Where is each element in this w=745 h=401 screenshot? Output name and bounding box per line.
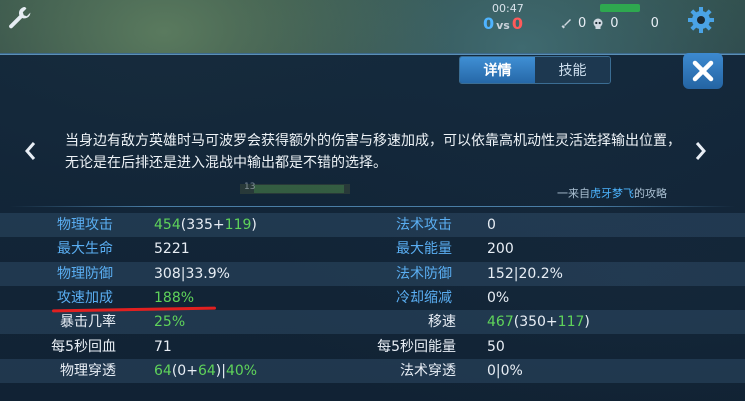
stat-value-part: 71 xyxy=(154,338,172,355)
tab-skills[interactable]: 技能 xyxy=(535,57,610,83)
kills-count: 0 xyxy=(578,16,587,31)
stat-value-part: 119 xyxy=(224,217,252,233)
team-score: 0 vs 0 xyxy=(483,14,523,33)
stat-value-part: 308|33.9% xyxy=(154,265,230,282)
blue-team-score: 0 xyxy=(483,14,495,33)
stat-value-left: 64(0+64)|40% xyxy=(154,359,257,383)
stat-value-part: 0 xyxy=(487,217,496,233)
stat-value-part: 188% xyxy=(154,289,195,306)
stat-label-right: 冷却缩减 xyxy=(396,289,452,306)
stat-value-right: 50 xyxy=(487,335,505,359)
chevron-right-icon[interactable] xyxy=(693,140,709,162)
stat-value-part: (0+ xyxy=(171,362,198,379)
stat-value-left: 5221 xyxy=(154,237,190,261)
gear-icon[interactable] xyxy=(686,5,716,35)
stat-value-part: 5221 xyxy=(154,241,190,258)
stat-label-left: 物理防御 xyxy=(57,265,113,282)
level-progress-bar xyxy=(240,184,350,194)
credit-prefix: 一来自 xyxy=(557,187,590,200)
level-badge: 13 xyxy=(244,182,256,192)
stat-label-right: 每5秒回能量 xyxy=(377,338,456,355)
stat-label-left: 最大生命 xyxy=(57,241,113,258)
stat-value-part: 467 xyxy=(487,314,514,331)
stat-value-part: 454 xyxy=(154,217,181,233)
network-signal-bar xyxy=(600,4,640,12)
stat-value-part: 0% xyxy=(487,289,510,306)
stat-value-right: 467(350+117) xyxy=(487,310,590,334)
stats-row: 每5秒回血 71 每5秒回能量 50 xyxy=(0,335,745,359)
stat-value-part: (335+ xyxy=(180,217,225,233)
tab-details[interactable]: 详情 xyxy=(460,57,535,83)
stat-value-part: (350+ xyxy=(513,314,558,331)
wrench-icon[interactable] xyxy=(6,4,34,32)
stats-row: 物理穿透 64(0+64)|40% 法术穿透 0|0% xyxy=(0,358,745,383)
stat-value-right: 0% xyxy=(487,286,509,310)
stat-value-part: 152|20.2% xyxy=(487,265,563,282)
panel-top-border xyxy=(0,54,745,55)
stat-label-left: 暴击几率 xyxy=(60,314,116,331)
red-team-score: 0 xyxy=(511,14,523,33)
stat-label-left: 物理穿透 xyxy=(60,362,116,379)
deaths-count: 0 xyxy=(610,16,619,31)
hero-strategy-description: 当身边有敌方英雄时马可波罗会获得额外的伤害与移速加成，可以依靠高机动性灵活选择输… xyxy=(65,133,681,171)
stat-value-part: 64 xyxy=(154,362,172,379)
stat-value-part: 117 xyxy=(557,314,585,331)
kda-display: 0 0 0 xyxy=(560,16,659,31)
stats-row: 物理攻击 454(335+119) 法术攻击 0 xyxy=(0,213,745,237)
stat-value-left: 25% xyxy=(154,310,185,334)
stats-row: 最大生命 5221 最大能量 200 xyxy=(0,237,745,261)
stat-value-right: 200 xyxy=(487,237,514,261)
close-button[interactable] xyxy=(683,53,723,89)
stat-label-right: 法术防御 xyxy=(396,265,452,282)
stat-value-part: 0|0% xyxy=(487,362,523,379)
stat-value-part: 25% xyxy=(154,314,186,331)
stat-value-part: )| xyxy=(215,362,226,379)
credit-author-link[interactable]: 虎牙梦飞 xyxy=(590,187,634,200)
stat-value-right: 0 xyxy=(487,213,496,237)
stats-row: 攻速加成 188% 冷却缩减 0% xyxy=(0,286,745,310)
stat-label-left: 物理攻击 xyxy=(57,217,113,233)
stat-value-left: 71 xyxy=(154,335,172,359)
stat-label-right: 法术攻击 xyxy=(396,217,452,233)
credit-suffix: 的攻略 xyxy=(634,187,667,200)
stats-row: 暴击几率 25% 移速 467(350+117) xyxy=(0,310,745,335)
chevron-left-icon[interactable] xyxy=(22,140,38,162)
stat-value-part: 50 xyxy=(487,338,505,355)
stats-row: 物理防御 308|33.9% 法术防御 152|20.2% xyxy=(0,261,745,286)
stat-value-right: 0|0% xyxy=(487,359,523,383)
stat-label-left: 攻速加成 xyxy=(57,289,113,306)
score-vs-label: vs xyxy=(496,19,510,32)
stat-value-right: 152|20.2% xyxy=(487,262,563,286)
stat-value-part: ) xyxy=(251,217,257,233)
stat-value-left: 308|33.9% xyxy=(154,262,230,286)
detail-tabs: 详情 技能 xyxy=(459,56,611,84)
assists-count: 0 xyxy=(650,16,659,31)
stat-value-part: 40% xyxy=(225,362,258,379)
strategy-credit: 一来自虎牙梦飞的攻略 xyxy=(557,185,667,201)
close-icon xyxy=(692,60,714,82)
stat-value-part: 200 xyxy=(487,241,514,258)
stat-label-left: 每5秒回血 xyxy=(51,338,116,355)
stat-value-left: 454(335+119) xyxy=(154,213,257,237)
sword-icon xyxy=(561,18,571,28)
skull-icon xyxy=(593,18,603,29)
stat-value-part: ) xyxy=(584,314,590,331)
stat-label-right: 最大能量 xyxy=(396,241,452,258)
stat-value-part: 64 xyxy=(197,362,216,379)
section-divider xyxy=(10,206,735,207)
stat-label-right: 法术穿透 xyxy=(400,362,456,379)
stat-label-right: 移速 xyxy=(428,314,456,331)
